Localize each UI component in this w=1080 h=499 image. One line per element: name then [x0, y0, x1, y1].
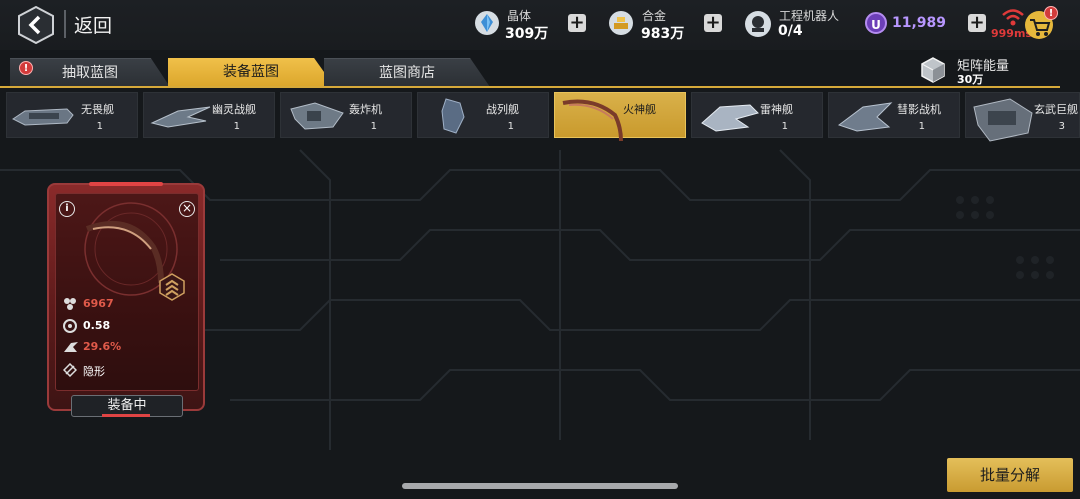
crystal-resource: 晶体 309万: [474, 6, 564, 46]
add-crystal-button[interactable]: +: [568, 14, 586, 32]
phantom-ship-icon: [150, 106, 211, 128]
alloy-resource: 合金 983万: [608, 6, 698, 46]
rank-chevron-icon: [159, 273, 185, 301]
ship-name: 幽灵战舰: [212, 103, 256, 116]
ship-count: 1: [370, 121, 377, 132]
dreadnought-icon: [12, 108, 74, 126]
tab-draw-blueprint[interactable]: 抽取蓝图: [10, 58, 170, 87]
ship-count: 1: [96, 121, 103, 132]
back-button[interactable]: [17, 5, 55, 45]
ship-item-dreadnought[interactable]: 无畏舰 1: [6, 92, 138, 138]
ship-name: 彗影战机: [897, 103, 941, 116]
ship-item-vulcan[interactable]: 火神舰: [554, 92, 686, 142]
alloy-icon: [609, 11, 633, 35]
stat-row: 0.58: [63, 319, 110, 336]
ship-speed-icon: [64, 342, 78, 352]
ship-name: 玄武巨舰: [1034, 103, 1078, 116]
ship-item-battleship[interactable]: 战列舰 1: [417, 92, 549, 138]
batch-decompose-button[interactable]: 批量分解: [947, 458, 1073, 492]
firepower-value: 6967: [83, 297, 114, 310]
ship-item-phantom[interactable]: 幽灵战舰 1: [143, 92, 275, 138]
draw-tab-alert-badge: !: [19, 61, 33, 75]
back-label[interactable]: 返回: [74, 11, 112, 38]
robot-value: 0/4: [778, 23, 803, 39]
alloy-value: 983万: [641, 26, 685, 42]
stealth-label: 隐形: [83, 365, 105, 378]
info-icon[interactable]: i: [59, 201, 75, 217]
close-icon[interactable]: ×: [179, 201, 195, 217]
ship-name: 无畏舰: [81, 103, 114, 116]
ship-name: 火神舰: [623, 103, 656, 116]
ship-count: 1: [918, 121, 925, 132]
tab-blueprint-shop[interactable]: 蓝图商店: [324, 58, 490, 87]
cluster-icon: [64, 298, 76, 310]
bomber-icon: [290, 102, 344, 130]
ship-count: 1: [781, 121, 788, 132]
ship-type-list: 无畏舰 1 幽灵战舰 1 轰炸机 1 战列舰 1 火神舰 雷神舰 1 彗影战机 …: [0, 92, 1080, 142]
back-arrow-icon: [18, 5, 54, 45]
gear-icon: [63, 319, 77, 333]
ship-item-comet-fighter[interactable]: 彗影战机 1: [828, 92, 960, 138]
add-u-currency-button[interactable]: +: [968, 14, 986, 32]
vulcan-ship-icon: [562, 99, 623, 142]
matrix-energy-value: 30万: [957, 73, 984, 86]
xuanwu-ship-icon: [973, 98, 1033, 142]
robot-icon: [745, 11, 771, 37]
ship-item-bomber[interactable]: 轰炸机 1: [280, 92, 412, 138]
stat-row: 隐形: [62, 362, 105, 380]
ship-name: 战列舰: [486, 103, 519, 116]
tab-bar: 抽取蓝图 装备蓝图 蓝图商店: [0, 58, 1080, 88]
blueprint-card[interactable]: i × 6967 0.58 29.6% 隐形: [47, 182, 205, 411]
battleship-icon: [441, 98, 465, 134]
bonus-value: 29.6%: [83, 340, 122, 353]
u-currency-value: 11,989: [892, 15, 947, 31]
tab-underline: [0, 86, 1060, 88]
crystal-label: 晶体: [507, 9, 532, 23]
card-top-glow: [89, 182, 163, 186]
ship-item-thor[interactable]: 雷神舰 1: [691, 92, 823, 138]
shop-alert-badge: !: [1044, 6, 1058, 20]
thor-ship-icon: [701, 104, 759, 132]
ship-name: 轰炸机: [349, 103, 382, 116]
tab-equip-blueprint[interactable]: 装备蓝图: [168, 58, 334, 86]
u-currency-icon: U: [865, 12, 887, 34]
ship-count: 1: [507, 121, 514, 132]
speed-value: 0.58: [83, 319, 111, 332]
home-indicator: [402, 483, 678, 489]
ship-count: 3: [1058, 121, 1065, 132]
stat-row: 29.6%: [63, 340, 121, 357]
ship-name: 雷神舰: [760, 103, 793, 116]
stealth-icon: [62, 362, 78, 378]
crystal-value: 309万: [505, 26, 549, 42]
header-divider: [64, 10, 66, 38]
add-alloy-button[interactable]: +: [704, 14, 722, 32]
matrix-cube-icon: [921, 57, 945, 83]
robot-label: 工程机器人: [779, 9, 840, 23]
stat-row: 6967: [63, 297, 114, 314]
alloy-label: 合金: [642, 9, 667, 23]
crystal-icon: [475, 11, 499, 35]
robot-resource: 工程机器人 0/4: [744, 6, 854, 46]
card-bottom-glow: [102, 414, 150, 417]
ship-item-xuanwu[interactable]: 玄武巨舰 3: [965, 92, 1080, 142]
ship-count: 1: [233, 121, 240, 132]
comet-fighter-icon: [837, 102, 893, 132]
